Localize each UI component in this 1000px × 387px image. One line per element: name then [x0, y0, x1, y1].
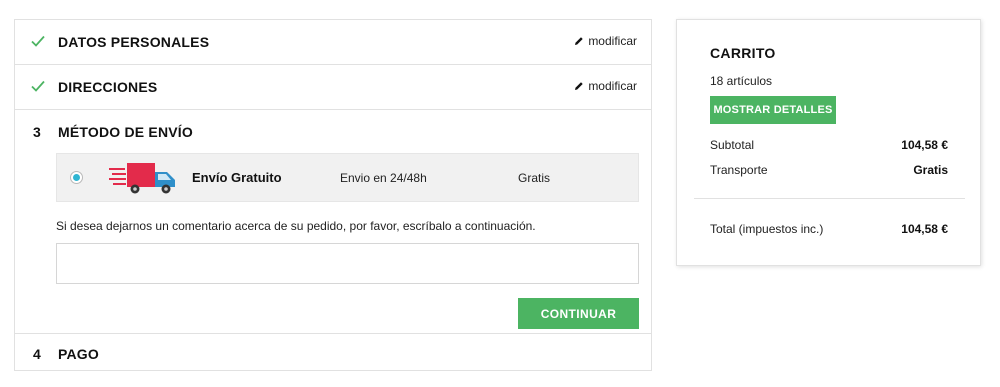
step-title: DIRECCIONES: [58, 79, 158, 95]
carrier-option[interactable]: Envío Gratuito Envio en 24/48h Gratis: [56, 153, 639, 202]
step-number: 3: [33, 124, 41, 140]
total-line: Total (impuestos inc.) 104,58 €: [710, 222, 948, 236]
shipping-label: Transporte: [710, 163, 768, 177]
cart-item-count: 18 artículos: [710, 74, 773, 88]
checkmark-icon: [31, 80, 45, 92]
shipping-value: Gratis: [913, 163, 948, 177]
step-personal-info[interactable]: DATOS PERSONALES modificar: [15, 20, 651, 65]
pencil-icon: [575, 37, 584, 45]
modify-addresses-link[interactable]: modificar: [574, 79, 637, 93]
delivery-truck-icon: [109, 163, 175, 194]
step-payment: 4 PAGO: [15, 334, 651, 372]
step-addresses[interactable]: DIRECCIONES modificar: [15, 65, 651, 110]
subtotal-line: Subtotal 104,58 €: [710, 138, 948, 152]
cart-divider: [694, 198, 965, 199]
step-number: 4: [33, 346, 41, 362]
modify-label: modificar: [588, 79, 637, 93]
carrier-radio[interactable]: [70, 171, 83, 184]
carrier-name: Envío Gratuito: [192, 170, 282, 185]
comment-label: Si desea dejarnos un comentario acerca d…: [56, 219, 536, 233]
cart-title: CARRITO: [710, 45, 776, 61]
total-label: Total (impuestos inc.): [710, 222, 824, 236]
total-value: 104,58 €: [901, 222, 948, 236]
carrier-price: Gratis: [518, 171, 551, 185]
checkout-steps: DATOS PERSONALES modificar DIRECCIONES m…: [14, 19, 652, 371]
subtotal-value: 104,58 €: [901, 138, 948, 152]
subtotal-label: Subtotal: [710, 138, 755, 152]
modify-label: modificar: [588, 34, 637, 48]
step-title: MÉTODO DE ENVÍO: [58, 124, 193, 140]
step-title: DATOS PERSONALES: [58, 34, 210, 50]
step-title: PAGO: [58, 346, 99, 362]
continue-button[interactable]: CONTINUAR: [518, 298, 639, 329]
checkmark-icon: [31, 35, 45, 47]
modify-personal-info-link[interactable]: modificar: [574, 34, 637, 48]
step-shipping-method: 3 MÉTODO DE ENVÍO Envío Gratuito Envio e…: [15, 110, 651, 334]
cart-summary: CARRITO 18 artículos MOSTRAR DETALLES Su…: [676, 19, 981, 266]
order-comment-textarea[interactable]: [56, 243, 639, 284]
pencil-icon: [575, 82, 584, 90]
show-details-button[interactable]: MOSTRAR DETALLES: [710, 96, 836, 124]
carrier-delay: Envio en 24/48h: [340, 171, 427, 185]
shipping-line: Transporte Gratis: [710, 163, 948, 177]
